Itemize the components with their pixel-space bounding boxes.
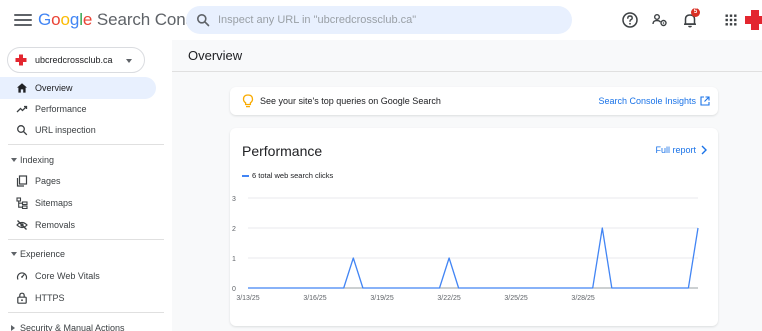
x-tick-label: 3/22/25	[437, 295, 460, 302]
search-icon	[17, 125, 28, 136]
performance-title: Performance	[242, 143, 323, 159]
chevron-down-icon	[126, 59, 132, 63]
search-input[interactable]	[218, 14, 558, 26]
x-tick-label: 3/16/25	[303, 295, 326, 302]
sidebar-item-core-web-vitals[interactable]: Core Web Vitals	[0, 265, 172, 287]
apps-grid-icon[interactable]	[722, 11, 740, 29]
y-tick-label: 0	[232, 286, 236, 293]
sidebar-item-overview[interactable]: Overview	[0, 77, 156, 99]
property-name: ubcredcrossclub.ca	[35, 55, 113, 65]
legend-swatch	[242, 174, 249, 177]
hamburger-menu-icon[interactable]	[14, 11, 32, 29]
divider	[8, 312, 164, 313]
search-console-insights-link[interactable]: Search Console Insights	[598, 96, 696, 106]
sidebar-item-https[interactable]: HTTPS	[0, 287, 172, 309]
x-tick-label: 3/19/25	[370, 295, 393, 302]
sidebar-item-pages[interactable]: Pages	[0, 170, 172, 192]
sidebar-item-removals[interactable]: Removals	[0, 214, 172, 236]
insights-text: See your site's top queries on Google Se…	[260, 96, 441, 106]
help-icon[interactable]	[621, 11, 639, 29]
search-icon	[197, 14, 210, 27]
sidebar-item-performance[interactable]: Performance	[0, 98, 172, 120]
divider	[8, 239, 164, 240]
sidebar-item-sitemaps[interactable]: Sitemaps	[0, 192, 172, 214]
chevron-right-icon	[11, 325, 15, 331]
chart-legend: 6 total web search clicks	[242, 171, 333, 180]
y-tick-label: 1	[232, 256, 236, 263]
x-tick-label: 3/25/25	[504, 295, 527, 302]
section-security-manual-actions[interactable]: Security & Manual Actions	[0, 318, 172, 331]
performance-card: Performance Full report 6 total web sear…	[230, 128, 718, 326]
red-cross-icon	[15, 54, 27, 66]
legend-label: 6 total web search clicks	[252, 171, 334, 180]
trending-up-icon	[16, 105, 28, 113]
lock-icon	[17, 292, 27, 304]
page-title: Overview	[188, 48, 243, 63]
open-in-new-icon[interactable]	[700, 96, 710, 106]
divider	[8, 144, 164, 145]
insights-card: See your site's top queries on Google Se…	[230, 87, 718, 115]
notification-count-badge: 5	[691, 8, 700, 17]
chevron-down-icon	[11, 252, 17, 256]
lightbulb-icon	[242, 94, 254, 108]
performance-chart: 0 1 2 3 3/13/25 3/16/25 3/19/25 3/22/25 3/25/25 3…	[232, 196, 699, 302]
url-inspection-search[interactable]	[186, 6, 572, 34]
top-bar: Google Search Console 5	[0, 0, 762, 40]
divider	[172, 71, 762, 72]
manage-users-icon[interactable]	[651, 11, 669, 29]
full-report-link[interactable]: Full report	[655, 145, 696, 155]
x-tick-label: 3/13/25	[236, 295, 259, 302]
pages-icon	[16, 175, 28, 187]
section-indexing[interactable]: Indexing	[0, 150, 172, 170]
x-tick-label: 3/28/25	[571, 295, 594, 302]
sidebar-item-url-inspection[interactable]: URL inspection	[0, 119, 172, 141]
sitemap-icon	[16, 197, 28, 209]
sidebar: ubcredcrossclub.ca Overview Performance …	[0, 40, 172, 331]
chevron-right-icon[interactable]	[700, 145, 708, 155]
y-tick-label: 3	[232, 196, 236, 203]
property-selector[interactable]: ubcredcrossclub.ca	[7, 47, 145, 73]
chevron-down-icon	[11, 158, 17, 162]
home-icon	[17, 83, 27, 93]
visibility-off-icon	[16, 220, 28, 230]
y-tick-label: 2	[232, 226, 236, 233]
speed-gauge-icon	[16, 272, 28, 280]
account-avatar-red-cross-icon[interactable]	[744, 9, 762, 31]
section-experience[interactable]: Experience	[0, 244, 172, 264]
